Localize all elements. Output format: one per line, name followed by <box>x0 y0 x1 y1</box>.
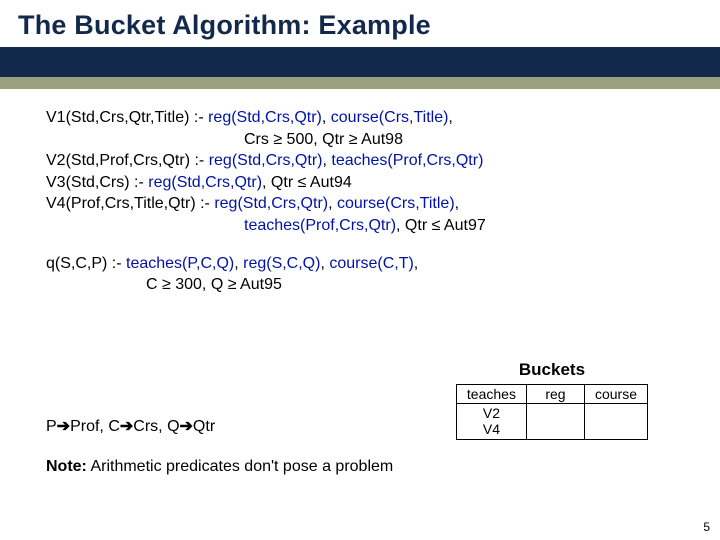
bucket-header-teaches: teaches <box>456 385 526 404</box>
sub-p-from: P <box>46 418 57 435</box>
v1-reg: reg(Std,Crs,Qtr) <box>208 109 322 126</box>
slide: The Bucket Algorithm: Example V1(Std,Crs… <box>0 0 720 540</box>
footnote: Note: Arithmetic predicates don't pose a… <box>46 458 393 476</box>
v1-course: course(Crs,Title) <box>331 109 449 126</box>
page-number: 5 <box>703 520 710 534</box>
v4-sep: , <box>328 195 337 212</box>
sub-c-from: C <box>108 418 120 435</box>
view-v2: V2(Std,Prof,Crs,Qtr) :- reg(Std,Crs,Qtr)… <box>46 150 684 172</box>
bucket-teaches-v4: V4 <box>483 421 500 437</box>
buckets-header-row: teaches reg course <box>456 385 647 404</box>
view-v4-line2: teaches(Prof,Crs,Qtr), Qtr ≤ Aut97 <box>46 215 684 237</box>
v2-head: V2(Std,Prof,Crs,Qtr) :- <box>46 152 209 169</box>
bucket-cell-teaches: V2 V4 <box>456 404 526 440</box>
q-sep1: , <box>234 255 243 272</box>
v4-tail: , <box>455 195 459 212</box>
note-text: Arithmetic predicates don't pose a probl… <box>87 458 393 475</box>
q-tail: , <box>414 255 418 272</box>
slide-title: The Bucket Algorithm: Example <box>18 10 702 41</box>
q-teaches: teaches(P,C,Q) <box>126 255 234 272</box>
query-cond: C ≥ 300, Q ≥ Aut95 <box>46 274 684 296</box>
v1-sep: , <box>322 109 331 126</box>
bucket-header-course: course <box>584 385 647 404</box>
view-v3: V3(Std,Crs) :- reg(Std,Crs,Qtr), Qtr ≤ A… <box>46 172 684 194</box>
v1-head: V1(Std,Crs,Qtr,Title) :- <box>46 109 208 126</box>
v3-head: V3(Std,Crs) :- <box>46 174 148 191</box>
v4-course: course(Crs,Title) <box>337 195 455 212</box>
query-line1: q(S,C,P) :- teaches(P,C,Q), reg(S,C,Q), … <box>46 253 684 275</box>
content-area: V1(Std,Crs,Qtr,Title) :- reg(Std,Crs,Qtr… <box>0 89 720 296</box>
v1-tail: , <box>448 109 452 126</box>
bucket-cell-course <box>584 404 647 440</box>
substitution: P➔Prof, C➔Crs, Q➔Qtr <box>46 416 215 436</box>
note-label: Note: <box>46 458 87 475</box>
q-head: q(S,C,P) :- <box>46 255 126 272</box>
arrow-icon: ➔ <box>180 418 193 435</box>
sub-q-to: Qtr <box>193 418 215 435</box>
arrow-icon: ➔ <box>120 418 133 435</box>
buckets-label: Buckets <box>456 360 648 380</box>
q-reg: reg(S,C,Q) <box>243 255 320 272</box>
title-bar: The Bucket Algorithm: Example <box>0 0 720 47</box>
v4-head: V4(Prof,Crs,Title,Qtr) :- <box>46 195 214 212</box>
buckets-body-row: V2 V4 <box>456 404 647 440</box>
header-band-blue <box>0 47 720 77</box>
view-v1-cond: Crs ≥ 500, Qtr ≥ Aut98 <box>46 129 684 151</box>
v2-teaches: teaches(Prof,Crs,Qtr) <box>331 152 483 169</box>
q-course: course(C,T) <box>329 255 413 272</box>
sub-c-to: Crs, <box>133 418 167 435</box>
bucket-header-reg: reg <box>526 385 584 404</box>
arrow-icon: ➔ <box>57 418 70 435</box>
v4-reg: reg(Std,Crs,Qtr) <box>214 195 328 212</box>
v2-reg: reg(Std,Crs,Qtr) <box>209 152 323 169</box>
header-band-olive <box>0 77 720 89</box>
v4-teaches: teaches(Prof,Crs,Qtr) <box>244 217 396 234</box>
v4-cond: , Qtr ≤ Aut97 <box>396 217 486 234</box>
view-definitions: V1(Std,Crs,Qtr,Title) :- reg(Std,Crs,Qtr… <box>46 107 684 237</box>
view-v4: V4(Prof,Crs,Title,Qtr) :- reg(Std,Crs,Qt… <box>46 193 684 215</box>
buckets-table: teaches reg course V2 V4 <box>456 384 648 440</box>
query-definition: q(S,C,P) :- teaches(P,C,Q), reg(S,C,Q), … <box>46 253 684 296</box>
buckets-section: Buckets teaches reg course V2 V4 <box>456 360 648 440</box>
v3-reg: reg(Std,Crs,Qtr) <box>148 174 262 191</box>
sub-q-from: Q <box>167 418 179 435</box>
q-sep2: , <box>320 255 329 272</box>
sub-p-to: Prof, <box>70 418 108 435</box>
bucket-teaches-v2: V2 <box>483 405 500 421</box>
view-v1: V1(Std,Crs,Qtr,Title) :- reg(Std,Crs,Qtr… <box>46 107 684 129</box>
v3-tail: , Qtr ≤ Aut94 <box>262 174 352 191</box>
bucket-cell-reg <box>526 404 584 440</box>
